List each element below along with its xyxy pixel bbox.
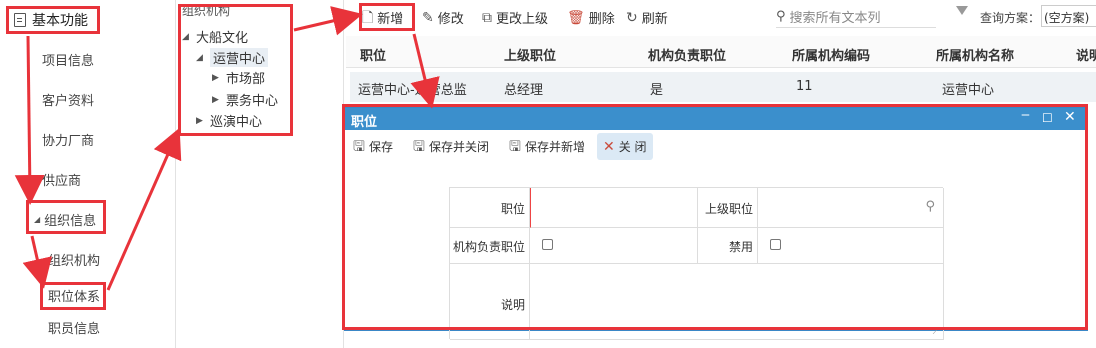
menu-item-position-system[interactable]: 职位体系 (48, 286, 100, 305)
new-document-icon: 🗋 (362, 9, 374, 26)
tree-header: 组织机构 (182, 4, 231, 18)
org-tree-panel: 组织机构 ◢ 大船文化 ◢ 运营中心 ▶ 市场部 ▶ 票务中心 ▶ 巡演中心 (176, 0, 344, 348)
left-menu: 基本功能 项目信息 客户资料 协力厂商 供应商 ◢ 组织信息 组织机构 职位体系… (0, 0, 176, 348)
dialog-title: 职位 (351, 115, 378, 130)
tree-node-ticketing[interactable]: ▶ 票务中心 (212, 90, 278, 109)
query-scheme-label: 查询方案： (980, 11, 1041, 25)
edit-button[interactable]: ✎ 修改 (422, 8, 464, 28)
column-position[interactable]: 职位 (360, 45, 386, 64)
column-head-position[interactable]: 机构负责职位 (648, 45, 726, 64)
disabled-label: 禁用 (698, 228, 758, 264)
save-icon: 🖫 (353, 138, 365, 155)
head-position-checkbox[interactable] (542, 239, 553, 250)
search-icon[interactable]: ⚲ (925, 199, 935, 214)
change-parent-button-label: 更改上级 (496, 12, 549, 27)
menu-basic-functions-label: 基本功能 (32, 13, 88, 29)
head-position-checkbox-cell (530, 228, 698, 264)
expand-arrow-icon[interactable]: ▶ (212, 95, 222, 105)
collapse-triangle-icon[interactable]: ◢ (182, 32, 192, 42)
menu-group-org-info-label: 组织信息 (44, 214, 97, 229)
query-scheme-select[interactable]: (空方案) (1041, 5, 1096, 27)
head-position-label: 机构负责职位 (450, 228, 530, 264)
tree-node-root[interactable]: ◢ 大船文化 (182, 27, 248, 46)
add-button-label: 新增 (377, 12, 404, 27)
search-icon: ⚲ (776, 8, 786, 24)
dialog-title-bar[interactable]: 职位 (345, 108, 1087, 130)
save-close-icon: 🖫 (413, 138, 425, 155)
trash-icon: 🗑 (567, 9, 585, 26)
description-textarea[interactable]: ⟋ (530, 264, 944, 340)
tree-node-touring-label: 巡演中心 (210, 115, 263, 130)
cell-head-position: 是 (650, 83, 664, 98)
tree-node-operations-label: 运营中心 (210, 48, 269, 67)
menu-item-customer-info[interactable]: 客户资料 (42, 90, 94, 109)
tree-node-ticketing-label: 票务中心 (226, 94, 279, 109)
document-icon (14, 13, 26, 27)
refresh-icon: ↻ (626, 9, 638, 26)
menu-item-suppliers[interactable]: 供应商 (42, 170, 81, 189)
tree-node-operations[interactable]: ◢ 运营中心 (196, 48, 269, 67)
table-row[interactable]: 运营中心-运营总监 总经理 是 11 运营中心 (350, 72, 1096, 102)
tree-node-marketing-label: 市场部 (226, 72, 266, 87)
tree-node-root-label: 大船文化 (196, 31, 249, 46)
column-org-code[interactable]: 所属机构编码 (792, 45, 870, 64)
delete-button[interactable]: 🗑 删除 (567, 8, 615, 28)
edit-button-label: 修改 (437, 12, 464, 27)
close-icon[interactable]: ✕ (1064, 109, 1076, 125)
refresh-button[interactable]: ↻ 刷新 (626, 8, 668, 28)
save-new-button[interactable]: 🖫 保存并新增 (509, 138, 585, 155)
tree-node-marketing[interactable]: ▶ 市场部 (212, 68, 265, 87)
search-placeholder: 搜索所有文本列 (789, 11, 881, 26)
tree-node-touring[interactable]: ▶ 巡演中心 (196, 111, 262, 130)
save-close-button-label: 保存并关闭 (428, 140, 489, 154)
parent-position-label: 上级职位 (698, 188, 758, 228)
delete-button-label: 删除 (588, 12, 615, 27)
refresh-button-label: 刷新 (641, 12, 668, 27)
hierarchy-icon: ⧉ (482, 9, 492, 26)
menu-item-project-info[interactable]: 项目信息 (42, 50, 94, 69)
save-close-button[interactable]: 🖫 保存并关闭 (413, 138, 489, 155)
menu-item-org-structure[interactable]: 组织机构 (48, 250, 100, 269)
filter-icon[interactable] (956, 6, 968, 15)
close-x-icon: ✕ (603, 138, 615, 155)
maximize-icon[interactable]: ☐ (1042, 111, 1053, 125)
disabled-checkbox-cell (758, 228, 944, 264)
parent-position-input[interactable]: ⚲ (758, 188, 944, 228)
save-new-button-label: 保存并新增 (524, 140, 585, 154)
column-description[interactable]: 说明 (1076, 45, 1096, 64)
cell-position: 运营中心-运营总监 (358, 83, 467, 98)
search-input[interactable]: ⚲ 搜索所有文本列 (776, 6, 936, 28)
position-form: 职位 上级职位 ⚲ 机构负责职位 禁用 说明 ⟋ (449, 187, 944, 340)
cell-org-name: 运营中心 (942, 83, 995, 98)
grid-header: 职位 上级职位 机构负责职位 所属机构编码 所属机构名称 说明 (346, 36, 1096, 68)
expand-arrow-icon[interactable]: ▶ (196, 116, 206, 126)
cell-org-code: 11 (796, 79, 813, 94)
close-button[interactable]: ✕ 关 闭 (597, 133, 653, 160)
change-parent-button[interactable]: ⧉ 更改上级 (482, 8, 549, 28)
minimize-icon[interactable]: ‒ (1021, 107, 1030, 123)
menu-item-staff-info[interactable]: 职员信息 (48, 318, 100, 337)
column-org-name[interactable]: 所属机构名称 (936, 45, 1014, 64)
position-input[interactable] (530, 188, 698, 228)
close-button-label: 关 闭 (618, 140, 647, 154)
expand-arrow-icon[interactable]: ▶ (212, 73, 222, 83)
save-button[interactable]: 🖫 保存 (353, 138, 393, 155)
add-button[interactable]: 🗋 新增 (362, 8, 404, 28)
save-new-icon: 🖫 (509, 138, 521, 155)
collapse-triangle-icon[interactable]: ◢ (196, 53, 206, 63)
expand-triangle-icon: ◢ (34, 215, 41, 224)
disabled-checkbox[interactable] (770, 239, 781, 250)
toolbar: 🗋 新增 ✎ 修改 ⧉ 更改上级 🗑 删除 ↻ 刷新 ⚲ 搜索所有文本列 查询方… (346, 0, 1096, 34)
cell-parent-position: 总经理 (504, 83, 544, 98)
save-button-label: 保存 (368, 140, 393, 154)
menu-group-org-info[interactable]: ◢ 组织信息 (34, 210, 96, 229)
edit-icon: ✎ (422, 9, 434, 26)
menu-item-partners[interactable]: 协力厂商 (42, 130, 94, 149)
position-dialog: 职位 ‒ ☐ ✕ 🖫 保存 🖫 保存并关闭 🖫 保存并新增 ✕ 关 闭 职位 上… (344, 107, 1088, 340)
resize-handle-icon[interactable]: ⟋ (933, 327, 939, 337)
column-parent-position[interactable]: 上级职位 (504, 45, 556, 64)
menu-basic-functions[interactable]: 基本功能 (14, 10, 88, 30)
position-label: 职位 (450, 188, 530, 228)
description-label: 说明 (450, 264, 530, 340)
